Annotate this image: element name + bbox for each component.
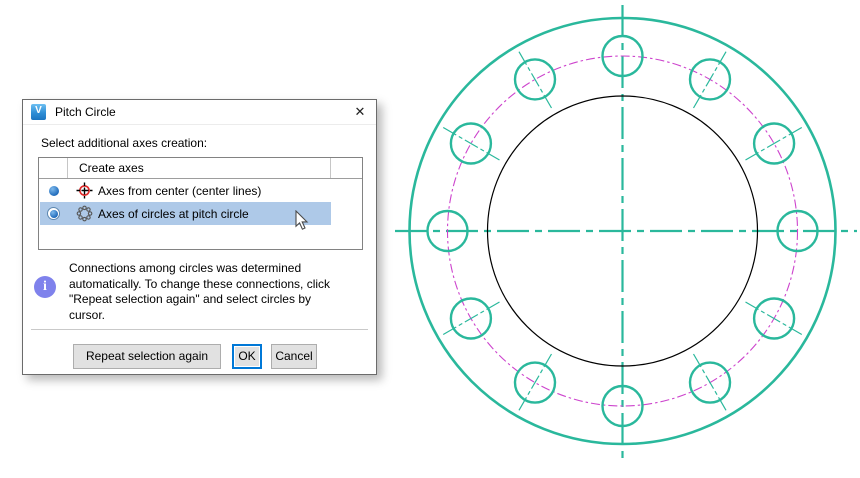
pitch-circle-icon (76, 205, 93, 222)
radio-ring (47, 207, 60, 220)
ok-button[interactable]: OK (232, 344, 262, 369)
varicad-logo-icon: V (31, 104, 46, 120)
info-line: cursor. (69, 308, 371, 324)
info-line: Connections among circles was determined (69, 261, 371, 277)
prompt-label: Select additional axes creation: (41, 136, 207, 150)
list-header-row: Create axes (39, 158, 362, 179)
axes-options-list: Create axes Axes from center (center lin… (38, 157, 363, 250)
center-cross-icon (76, 182, 93, 199)
header-create-axes[interactable]: Create axes (68, 158, 331, 178)
radio-dot (50, 210, 58, 218)
radio-dot (49, 186, 59, 196)
list-item-label: Axes from center (center lines) (98, 184, 261, 198)
button-separator (31, 329, 368, 330)
application-canvas: V Pitch Circle ✕ Select additional axes … (0, 0, 860, 478)
radio-axes-at-pitch-circle[interactable] (39, 207, 68, 220)
radio-axes-from-center[interactable] (39, 186, 68, 196)
info-icon: i (34, 276, 56, 298)
repeat-selection-button[interactable]: Repeat selection again (73, 344, 221, 369)
info-line: automatically. To change these connectio… (69, 277, 371, 293)
list-item-label: Axes of circles at pitch circle (98, 207, 249, 221)
header-spacer-column (331, 158, 362, 178)
list-item-axes-at-pitch-circle[interactable]: Axes of circles at pitch circle (39, 202, 362, 225)
cancel-button[interactable]: Cancel (271, 344, 317, 369)
dialog-titlebar[interactable]: V Pitch Circle ✕ (23, 100, 376, 125)
pitch-circle-dialog: V Pitch Circle ✕ Select additional axes … (22, 99, 377, 375)
list-item-axes-from-center[interactable]: Axes from center (center lines) (39, 179, 362, 202)
mouse-cursor-icon (295, 210, 309, 231)
header-radio-column (39, 158, 68, 178)
info-message: Connections among circles was determined… (69, 261, 371, 323)
dialog-title: Pitch Circle (55, 105, 116, 119)
close-icon[interactable]: ✕ (350, 102, 370, 122)
info-line: "Repeat selection again" and select circ… (69, 292, 371, 308)
